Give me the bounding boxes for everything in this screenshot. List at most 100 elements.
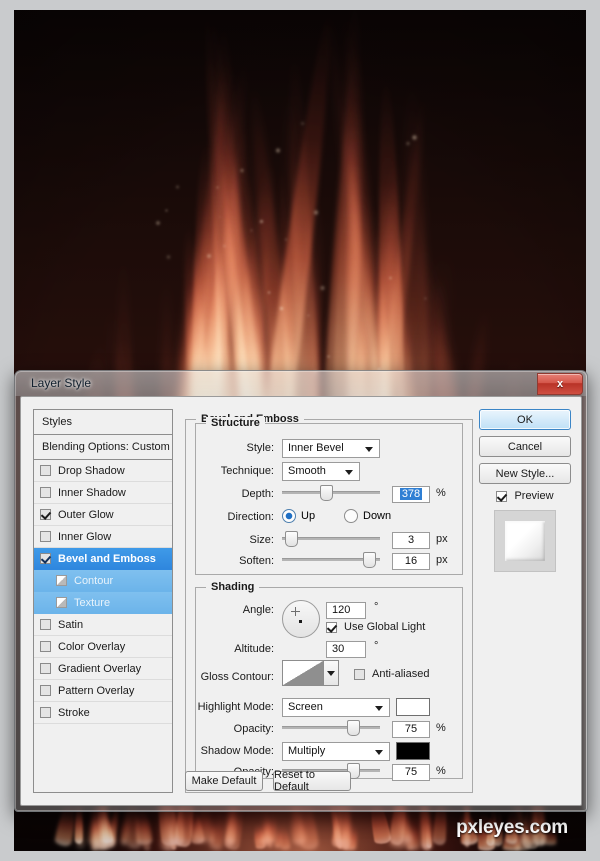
style-item-drop-shadow[interactable]: Drop Shadow <box>34 460 172 482</box>
style-item-bevel-and-emboss[interactable]: Bevel and Emboss <box>34 548 172 570</box>
size-slider[interactable] <box>282 531 380 547</box>
style-label: Style: <box>246 442 274 454</box>
checkbox-icon[interactable] <box>40 487 51 498</box>
make-default-button[interactable]: Make Default <box>185 771 263 791</box>
style-item-stroke[interactable]: Stroke <box>34 702 172 724</box>
slider-knob[interactable] <box>320 485 333 501</box>
altitude-unit: ° <box>374 640 379 652</box>
crosshair-icon <box>291 607 300 616</box>
depth-label: Depth: <box>241 488 274 500</box>
ember <box>312 209 320 216</box>
angle-dial[interactable] <box>282 600 320 638</box>
style-item-outer-glow[interactable]: Outer Glow <box>34 504 172 526</box>
styles-list: Styles Blending Options: Custom Drop Sha… <box>33 409 173 793</box>
checkbox-icon[interactable] <box>40 641 51 652</box>
highlight-opacity-slider[interactable] <box>282 720 380 736</box>
checkbox-icon[interactable] <box>40 685 51 696</box>
style-item-color-overlay[interactable]: Color Overlay <box>34 636 172 658</box>
highlight-color-swatch[interactable] <box>396 698 430 716</box>
radio-down-icon[interactable] <box>344 509 358 523</box>
anti-aliased-option[interactable]: Anti-aliased <box>354 668 429 680</box>
highlight-mode-select[interactable]: Screen <box>282 698 390 717</box>
cancel-button[interactable]: Cancel <box>479 436 571 457</box>
slider-knob[interactable] <box>285 531 298 547</box>
radio-up-icon[interactable] <box>282 509 296 523</box>
depth-unit: % <box>436 487 446 499</box>
depth-input[interactable]: 378 <box>392 486 430 503</box>
preview-checkbox-option[interactable]: Preview <box>479 490 571 502</box>
direction-up-option[interactable]: Up <box>282 509 315 523</box>
gloss-contour-dropdown[interactable] <box>324 660 339 686</box>
shadow-opacity-input[interactable]: 75 <box>392 764 430 781</box>
size-input[interactable]: 3 <box>392 532 430 549</box>
checkbox-icon[interactable] <box>326 621 337 633</box>
ember <box>218 215 221 218</box>
ember <box>318 284 326 292</box>
dialog-titlebar[interactable]: Layer Style x <box>15 371 587 396</box>
style-item-label: Contour <box>74 574 114 587</box>
slider-knob[interactable] <box>363 552 376 568</box>
checkbox-icon[interactable] <box>40 707 51 718</box>
shadow-color-swatch[interactable] <box>396 742 430 760</box>
structure-title: Structure <box>206 417 265 429</box>
style-item-gradient-overlay[interactable]: Gradient Overlay <box>34 658 172 680</box>
dialog-body: Styles Blending Options: Custom Drop Sha… <box>20 396 582 806</box>
checkbox-icon[interactable] <box>40 553 51 564</box>
thumbnail-icon[interactable] <box>56 597 67 608</box>
style-item-pattern-overlay[interactable]: Pattern Overlay <box>34 680 172 702</box>
layer-style-dialog: Layer Style x Styles Blending Options: C… <box>14 370 588 812</box>
soften-slider[interactable] <box>282 552 380 568</box>
shading-group: Shading Angle: 120 ° Use Global Light Al… <box>195 581 463 781</box>
use-global-light-option[interactable]: Use Global Light <box>326 621 425 633</box>
technique-label: Technique: <box>220 465 274 477</box>
size-label: Size: <box>249 534 274 546</box>
watermark: pxleyes.com <box>456 817 568 838</box>
new-style-button[interactable]: New Style... <box>479 463 571 484</box>
soften-input[interactable]: 16 <box>392 553 430 570</box>
ember <box>267 290 271 295</box>
shadow-mode-label: Shadow Mode: <box>200 745 274 757</box>
depth-slider[interactable] <box>282 485 380 501</box>
default-buttons-row: Make Default Reset to Default <box>185 769 351 793</box>
checkbox-icon[interactable] <box>40 619 51 630</box>
highlight-opacity-input[interactable]: 75 <box>392 721 430 738</box>
preview-thumbnail <box>494 510 556 572</box>
blending-options-item[interactable]: Blending Options: Custom <box>34 435 172 460</box>
shadow-mode-select[interactable]: Multiply <box>282 742 390 761</box>
direction-down-option[interactable]: Down <box>344 509 391 523</box>
checkbox-icon[interactable] <box>40 531 51 542</box>
ok-button[interactable]: OK <box>479 409 571 430</box>
bevel-emboss-panel: Bevel and Emboss Structure Style: Inner … <box>185 409 473 793</box>
style-item-inner-shadow[interactable]: Inner Shadow <box>34 482 172 504</box>
thumbnail-icon[interactable] <box>56 575 67 586</box>
styles-list-header[interactable]: Styles <box>34 410 172 435</box>
slider-knob[interactable] <box>347 720 360 736</box>
close-icon[interactable]: x <box>537 373 583 395</box>
angle-input[interactable]: 120 <box>326 602 366 619</box>
style-select[interactable]: Inner Bevel <box>282 439 380 458</box>
gloss-contour-label: Gloss Contour: <box>200 671 274 683</box>
highlight-mode-value: Screen <box>288 701 323 713</box>
reset-to-default-button[interactable]: Reset to Default <box>273 769 351 793</box>
altitude-input[interactable]: 30 <box>326 641 366 658</box>
ember <box>411 134 418 141</box>
angle-label: Angle: <box>242 604 274 616</box>
checkbox-icon[interactable] <box>354 668 365 680</box>
checkbox-icon[interactable] <box>40 509 51 520</box>
ember <box>239 167 245 174</box>
style-item-inner-glow[interactable]: Inner Glow <box>34 526 172 548</box>
style-item-label: Outer Glow <box>58 508 114 521</box>
checkbox-icon[interactable] <box>40 465 51 476</box>
gloss-contour-swatch[interactable] <box>282 660 324 686</box>
style-item-satin[interactable]: Satin <box>34 614 172 636</box>
checkbox-icon[interactable] <box>496 490 508 502</box>
ember <box>222 243 227 248</box>
style-item-texture[interactable]: Texture <box>34 592 172 614</box>
soften-unit: px <box>436 554 448 566</box>
style-item-label: Inner Shadow <box>58 486 126 499</box>
style-item-contour[interactable]: Contour <box>34 570 172 592</box>
technique-select[interactable]: Smooth <box>282 462 360 481</box>
soften-label: Soften: <box>239 555 274 567</box>
preview-thumbnail-shape <box>505 521 545 561</box>
checkbox-icon[interactable] <box>40 663 51 674</box>
